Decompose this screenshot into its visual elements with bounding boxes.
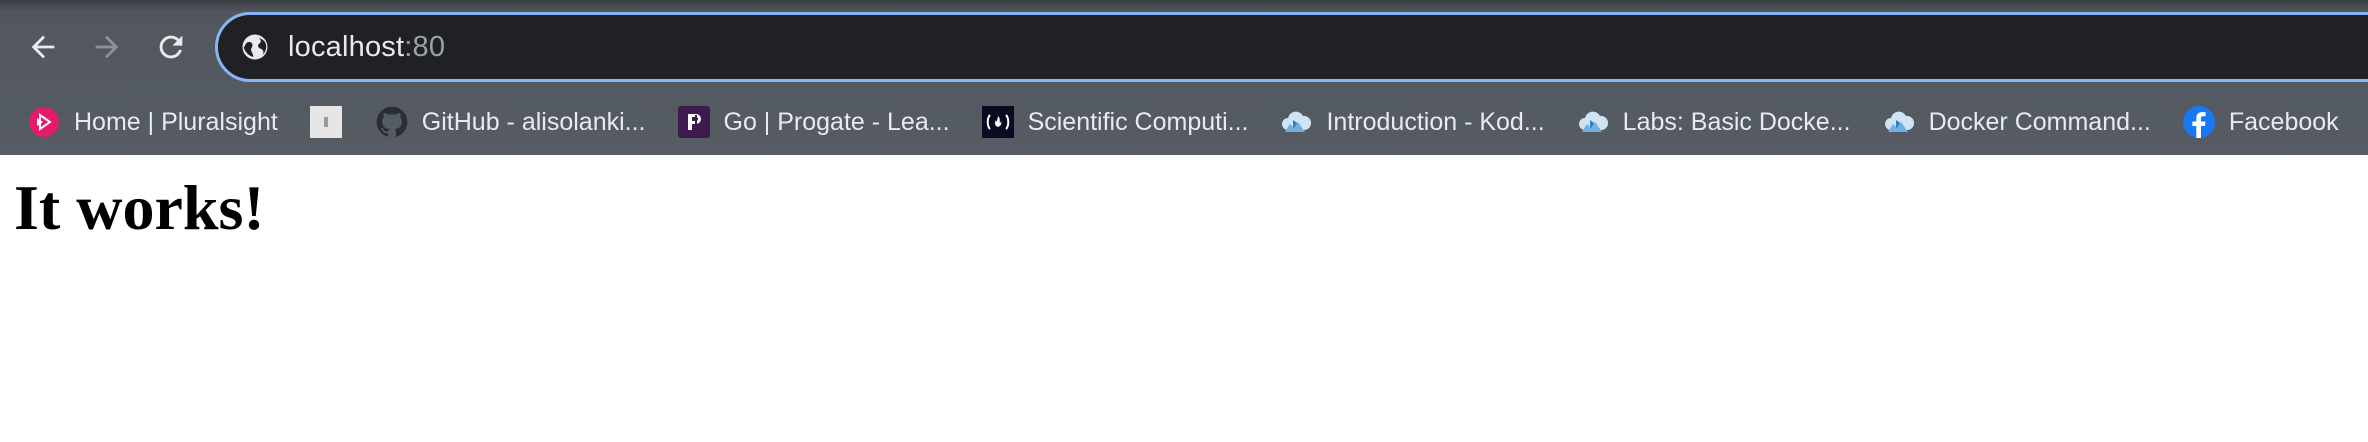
bookmark-kodekloud-docker[interactable]: Docker Command... bbox=[1883, 100, 2161, 144]
bookmark-facebook[interactable]: Facebook bbox=[2182, 100, 2349, 144]
bookmark-kodekloud-labs[interactable]: Labs: Basic Docke... bbox=[1577, 100, 1861, 144]
bookmark-label: Scientific Computi... bbox=[1027, 107, 1249, 136]
pluralsight-icon bbox=[28, 106, 60, 138]
progate-icon bbox=[677, 106, 710, 138]
url-port: :80 bbox=[404, 30, 446, 63]
bookmark-label: Labs: Basic Docke... bbox=[1622, 107, 1851, 136]
kodekloud-icon bbox=[1280, 106, 1312, 138]
arrow-left-icon bbox=[31, 35, 55, 59]
browser-chrome: localhost:80 Home | Pluralsight GitHub -… bbox=[0, 0, 2368, 155]
bookmark-pluralsight[interactable]: Home | Pluralsight bbox=[28, 100, 288, 144]
bookmark-label: Facebook bbox=[2228, 107, 2339, 136]
bookmark-untitled[interactable] bbox=[309, 100, 352, 144]
back-button[interactable] bbox=[18, 22, 68, 72]
bookmark-label: Home | Pluralsight bbox=[74, 107, 278, 136]
bookmark-label: Go | Progate - Lea... bbox=[723, 107, 950, 136]
bookmark-freecodecamp[interactable]: Scientific Computi... bbox=[981, 100, 1259, 144]
bookmark-label: Docker Command... bbox=[1928, 107, 2151, 136]
page-content: It works! bbox=[0, 155, 2368, 442]
browser-toolbar: localhost:80 bbox=[0, 8, 2368, 88]
globe-icon[interactable] bbox=[240, 32, 270, 62]
kodekloud-icon bbox=[1577, 106, 1609, 138]
arrow-right-icon bbox=[95, 35, 119, 59]
bookmark-kodekloud-intro[interactable]: Introduction - Kod... bbox=[1280, 100, 1554, 144]
address-bar[interactable]: localhost:80 bbox=[215, 12, 2368, 82]
freecodecamp-icon bbox=[981, 106, 1014, 138]
page-heading: It works! bbox=[14, 172, 265, 243]
forward-button[interactable] bbox=[82, 22, 132, 72]
reload-icon bbox=[159, 35, 183, 59]
github-icon bbox=[376, 106, 408, 138]
facebook-icon bbox=[2182, 106, 2215, 138]
bookmark-label: GitHub - alisolanki... bbox=[421, 107, 646, 136]
url-host: localhost bbox=[288, 30, 405, 63]
bookmark-label: Introduction - Kod... bbox=[1326, 107, 1545, 136]
bookmark-github[interactable]: GitHub - alisolanki... bbox=[376, 100, 656, 144]
generic-page-icon bbox=[309, 106, 342, 138]
reload-button[interactable] bbox=[146, 22, 196, 72]
bookmarks-bar: Home | Pluralsight GitHub - alisolanki..… bbox=[0, 98, 2368, 146]
kodekloud-icon bbox=[1883, 106, 1915, 138]
url-text[interactable]: localhost:80 bbox=[288, 31, 445, 64]
bookmark-progate[interactable]: Go | Progate - Lea... bbox=[677, 100, 960, 144]
